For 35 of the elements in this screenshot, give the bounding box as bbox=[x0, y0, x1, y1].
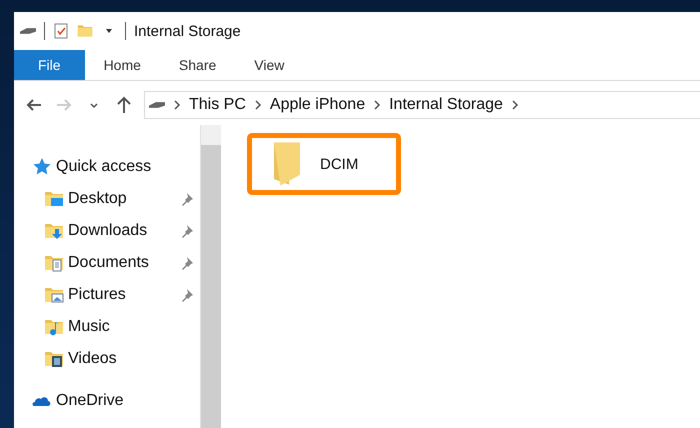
nav-item[interactable]: Desktop bbox=[14, 183, 200, 215]
star-icon bbox=[32, 157, 52, 177]
chevron-icon bbox=[173, 100, 181, 110]
folder-icon bbox=[44, 189, 64, 209]
folder-icon bbox=[44, 349, 64, 369]
folder-name: DCIM bbox=[320, 156, 358, 172]
nav-item[interactable]: Downloads bbox=[14, 215, 200, 247]
window-title: Internal Storage bbox=[134, 22, 241, 40]
ribbon-tab[interactable]: File bbox=[14, 50, 85, 80]
folder-icon bbox=[44, 317, 64, 337]
folder-icon bbox=[44, 221, 64, 241]
folder-item[interactable]: DCIM bbox=[247, 133, 401, 195]
nav-item[interactable]: Music bbox=[14, 311, 200, 343]
nav-item[interactable]: Quick access bbox=[14, 151, 200, 183]
checklist-icon[interactable] bbox=[53, 23, 69, 39]
nav-item[interactable]: Documents bbox=[14, 247, 200, 279]
scrollbar[interactable] bbox=[200, 125, 221, 428]
folder-icon bbox=[274, 142, 300, 186]
chevron-icon bbox=[373, 100, 382, 110]
breadcrumb-item[interactable]: Apple iPhone bbox=[270, 96, 366, 114]
ribbon-tab[interactable]: View bbox=[235, 50, 304, 80]
nav-item[interactable]: OneDrive bbox=[14, 385, 200, 417]
breadcrumb-item[interactable]: Internal Storage bbox=[389, 96, 503, 114]
folder-icon bbox=[44, 285, 64, 305]
nav-item[interactable]: Pictures bbox=[14, 279, 200, 311]
address-bar[interactable]: This PC Apple iPhone Internal Storage bbox=[144, 91, 700, 119]
ribbon-tab[interactable]: Share bbox=[160, 50, 236, 80]
ribbon-tab[interactable]: Home bbox=[84, 50, 160, 80]
chevron-icon bbox=[510, 100, 519, 110]
drive-icon[interactable] bbox=[20, 28, 36, 34]
drive-icon bbox=[149, 102, 165, 108]
folder-icon bbox=[44, 253, 64, 273]
nav-item[interactable]: Videos bbox=[14, 343, 200, 375]
breadcrumb-item[interactable]: This PC bbox=[189, 96, 246, 114]
chevron-icon bbox=[254, 100, 262, 110]
